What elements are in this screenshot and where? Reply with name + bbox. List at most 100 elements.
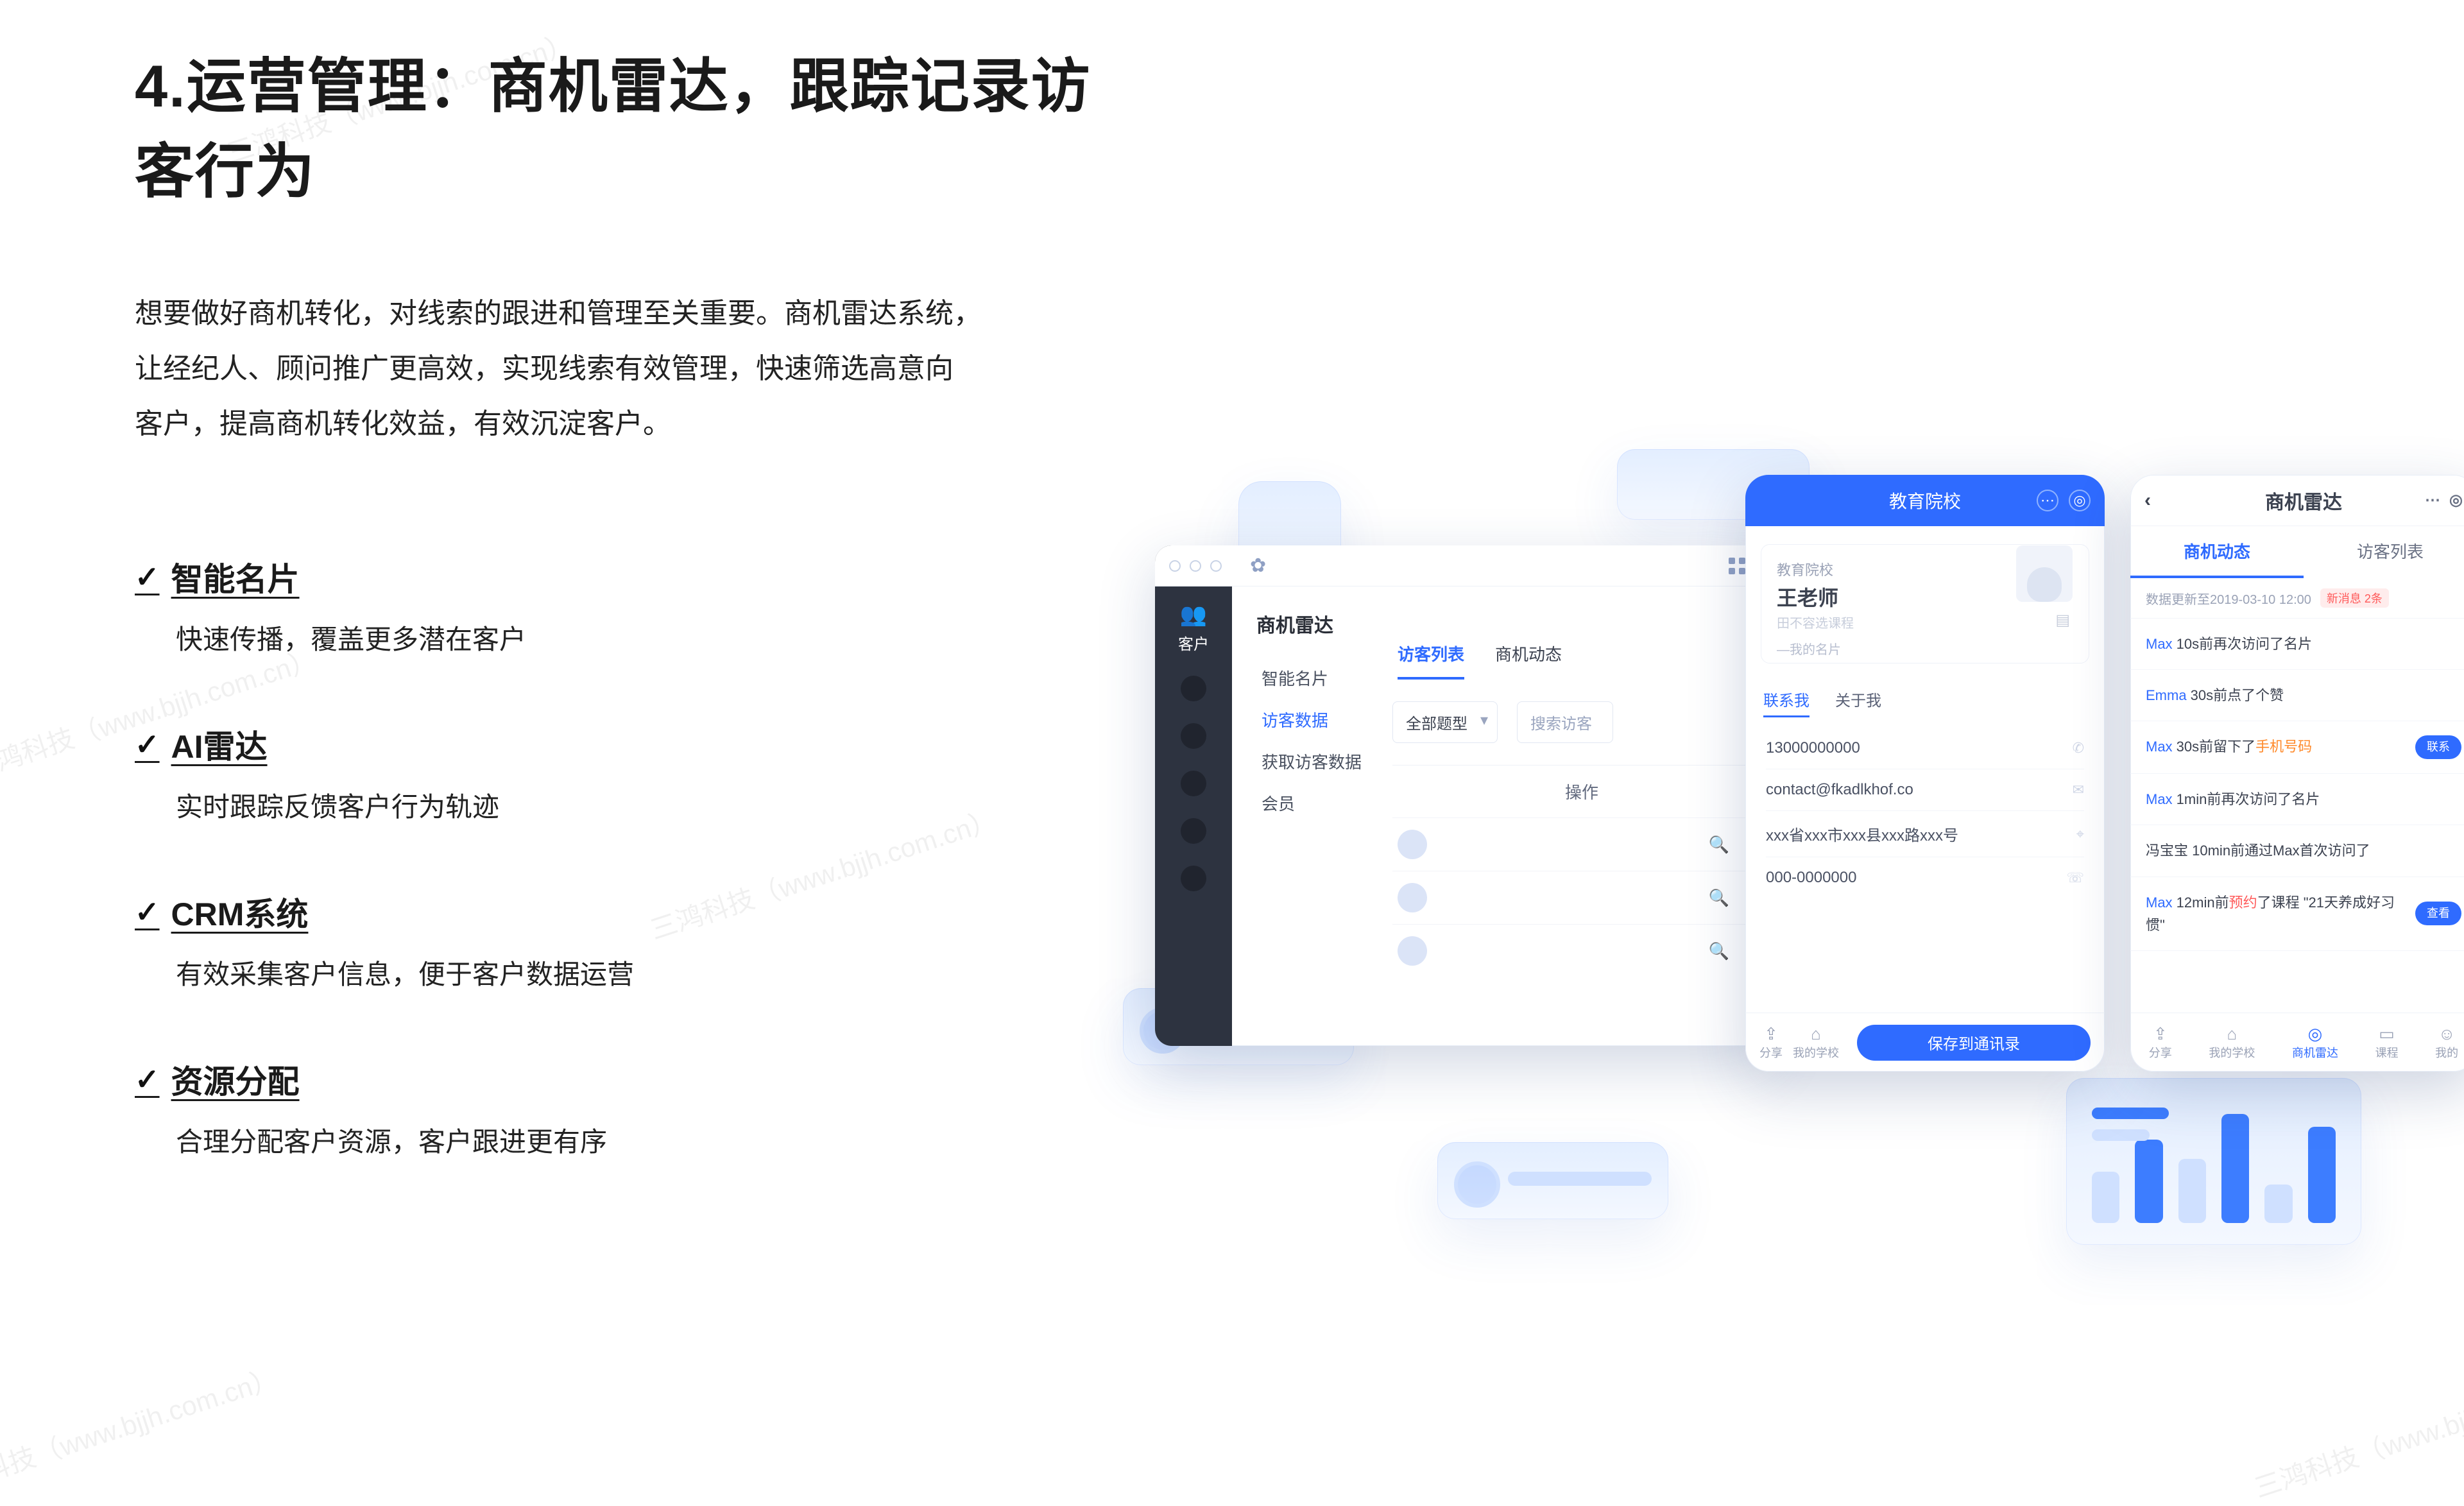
save-contact-button[interactable]: 保存到通讯录 (1857, 1025, 2091, 1061)
subtitle: 田不容选课程 (1777, 613, 2073, 631)
meta-row: 数据更新至2019-03-10 12:00 新消息 2条 (2130, 578, 2464, 619)
activity-row[interactable]: Max 30s前留下了手机号码联系 (2130, 721, 2464, 774)
subnav-item-active[interactable]: 访客数据 (1256, 699, 1392, 740)
tabbar-course[interactable]: ▭课程 (2375, 1024, 2399, 1061)
more-icon[interactable]: ⋯ (2425, 491, 2440, 509)
sidebar-item[interactable] (1181, 771, 1206, 796)
search-icon[interactable]: 🔍 (1709, 888, 1729, 908)
desktop-window: ✿ 👥 客户 商机雷达 智能名片 访客数据 获取访客数据 会员 访客列表 商机动… (1155, 545, 1771, 1046)
activity-row[interactable]: Max 10s前再次访问了名片 (2130, 619, 2464, 670)
check-icon: ✓ (135, 894, 160, 929)
home-icon: ⌂ (1793, 1024, 1839, 1044)
share-icon: ⇪ (1759, 1024, 1783, 1044)
feature-crm: ✓CRM系统 有效采集客户信息，便于客户数据运营 (135, 889, 1149, 992)
avatar (2016, 545, 2073, 602)
activity-row[interactable]: Max 12min前预约了课程 "21天养成好习惯"查看 (2130, 877, 2464, 951)
mockup-cluster: ✿ 👥 客户 商机雷达 智能名片 访客数据 获取访客数据 会员 访客列表 商机动… (1129, 488, 2413, 1258)
table-row[interactable]: 🔍🗑 (1392, 924, 1771, 977)
target-icon[interactable]: ◎ (2069, 490, 2091, 511)
subnav: 商机雷达 智能名片 访客数据 获取访客数据 会员 (1232, 545, 1392, 1046)
tab-contact[interactable]: 联系我 (1763, 688, 1810, 717)
sidebar-item[interactable] (1181, 676, 1206, 701)
sidebar-item[interactable] (1181, 818, 1206, 844)
home-icon: ⌂ (2209, 1024, 2255, 1044)
feature-allocation: ✓资源分配 合理分配客户资源，客户跟进更有序 (135, 1056, 1149, 1159)
info-row[interactable]: 13000000000✆ (1766, 728, 2084, 769)
feature-ai-radar: ✓AI雷达 实时跟踪反馈客户行为轨迹 (135, 721, 1149, 825)
chart-bar (2178, 1159, 2206, 1223)
tab-about[interactable]: 关于我 (1835, 688, 1881, 717)
subnav-item[interactable]: 会员 (1256, 782, 1392, 824)
tab-activity[interactable]: 商机动态 (2130, 526, 2304, 578)
apps-icon[interactable] (1729, 558, 1745, 574)
chart-bar (2308, 1127, 2336, 1223)
target-icon[interactable]: ◎ (2449, 491, 2463, 509)
sidebar-item-customers[interactable]: 👥 客户 (1178, 602, 1209, 654)
filter-select[interactable]: 全部题型 (1392, 701, 1498, 743)
mail-icon: ✉ (2073, 782, 2084, 798)
activity-row[interactable]: Emma 30s前点了个赞 (2130, 670, 2464, 721)
action-badge[interactable]: 联系 (2415, 735, 2461, 759)
phone-header: 教育院校 ⋯◎ (1745, 475, 2105, 526)
page-title: 4.运营管理：商机雷达，跟踪记录访客行为 (135, 39, 1149, 209)
tabbar-school[interactable]: ⌂我的学校 (2209, 1024, 2255, 1061)
chart-bar (2221, 1114, 2249, 1223)
phone-icon: ✆ (2073, 740, 2084, 757)
phone-profile: 教育院校 ⋯◎ 教育院校 王老师 田不容选课程 —我的名片 ▤ 联系我 关于我 … (1745, 475, 2105, 1072)
back-icon[interactable]: ‹ (2144, 490, 2151, 511)
school-button[interactable]: ⌂我的学校 (1793, 1024, 1839, 1061)
radar-icon: ◎ (2292, 1024, 2338, 1044)
chart-bar (2092, 1172, 2119, 1223)
table-header: 操作 (1392, 765, 1771, 817)
info-row[interactable]: 000-0000000☏ (1766, 857, 2084, 898)
search-icon[interactable]: 🔍 (1709, 941, 1729, 961)
gear-icon[interactable]: ✿ (1250, 554, 1266, 577)
profile-card: 教育院校 王老师 田不容选课程 —我的名片 ▤ (1761, 544, 2089, 663)
search-icon[interactable]: 🔍 (1709, 835, 1729, 855)
watermark: 三鸿科技（www.bjjh.com.cn） (0, 1356, 282, 1506)
user-icon: ☺ (2435, 1024, 2458, 1044)
subnav-item[interactable]: 智能名片 (1256, 657, 1392, 699)
share-button[interactable]: ⇪分享 (1759, 1024, 1783, 1061)
chart-bar (2264, 1185, 2292, 1223)
phone2-icon: ☏ (2066, 869, 2084, 886)
search-input[interactable]: 搜索访客 (1517, 701, 1613, 743)
table-row[interactable]: 🔍🗑 (1392, 817, 1771, 871)
window-dot (1210, 560, 1222, 572)
info-row[interactable]: contact@fkadlkhof.co✉ (1766, 769, 2084, 811)
window-dot (1190, 560, 1201, 572)
action-badge[interactable]: 查看 (2415, 902, 2461, 925)
new-badge: 新消息 2条 (2320, 588, 2389, 608)
activity-row[interactable]: 冯宝宝 10min前通过Max首次访问了 (2130, 825, 2464, 877)
profile-tabs: 联系我 关于我 (1745, 681, 2105, 721)
sidebar: 👥 客户 (1155, 545, 1232, 1046)
users-icon: 👥 (1178, 602, 1209, 628)
tab-leads[interactable]: 商机动态 (1495, 642, 1562, 680)
sidebar-item[interactable] (1181, 723, 1206, 749)
tabbar-share[interactable]: ⇪分享 (2149, 1024, 2172, 1061)
tabbar-radar[interactable]: ◎商机雷达 (2292, 1024, 2338, 1061)
check-icon: ✓ (135, 1062, 160, 1097)
more-icon[interactable]: ⋯ (2037, 490, 2058, 511)
subnav-item[interactable]: 获取访客数据 (1256, 740, 1392, 782)
activity-row[interactable]: Max 1min前再次访问了名片 (2130, 774, 2464, 825)
phone-tabbar: ⇪分享 ⌂我的学校 ◎商机雷达 ▭课程 ☺我的 (2130, 1013, 2464, 1072)
deco-card-avatar (1437, 1142, 1668, 1219)
tab-visitors[interactable]: 访客列表 (2304, 526, 2464, 578)
main-panel: 访客列表 商机动态 全部题型 搜索访客 操作 🔍🗑 🔍🗑 🔍🗑 (1392, 545, 1771, 1046)
qr-icon[interactable]: ▤ (2055, 611, 2070, 629)
check-icon: ✓ (135, 560, 160, 594)
window-dot (1169, 560, 1181, 572)
tab-visitors[interactable]: 访客列表 (1398, 642, 1464, 680)
intro: 想要做好商机转化，对线索的跟进和管理至关重要。商机雷达系统， 让经纪人、顾问推广… (135, 286, 1149, 451)
sidebar-item[interactable] (1181, 866, 1206, 891)
phone-bottombar: ⇪分享 ⌂我的学校 保存到通讯录 (1745, 1013, 2105, 1072)
book-icon: ▭ (2375, 1024, 2399, 1044)
avatar (1398, 936, 1427, 966)
info-row[interactable]: xxx省xxx市xxx县xxx路xxx号⌖ (1766, 811, 2084, 857)
avatar (1398, 883, 1427, 912)
tabbar-mine[interactable]: ☺我的 (2435, 1024, 2458, 1061)
card-label: —我的名片 (1777, 639, 2073, 658)
feature-smart-card: ✓智能名片 快速传播，覆盖更多潜在客户 (135, 554, 1149, 657)
table-row[interactable]: 🔍🗑 (1392, 871, 1771, 924)
